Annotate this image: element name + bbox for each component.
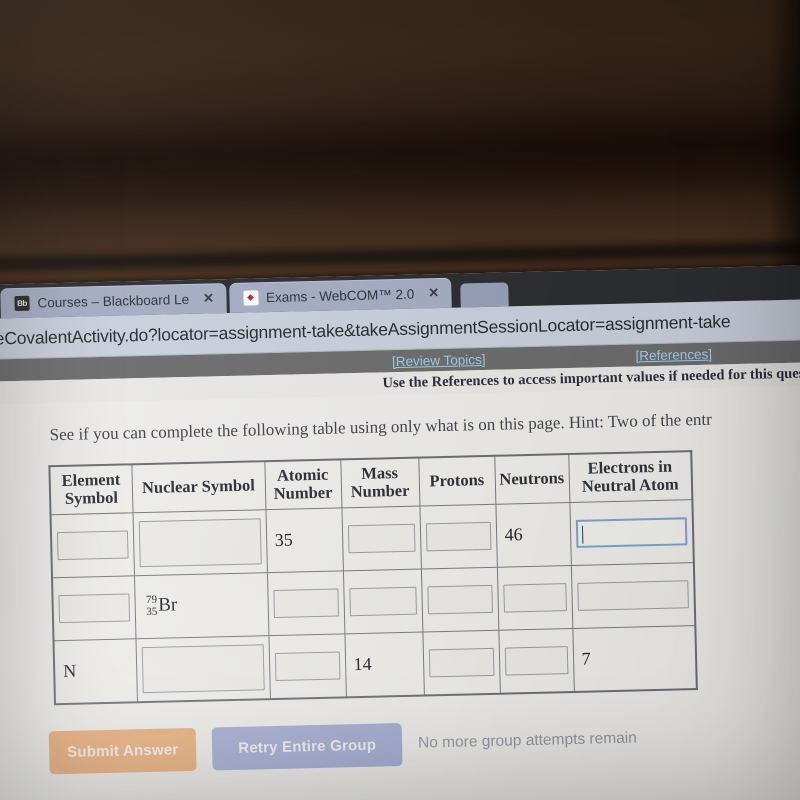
column-header-electrons: Electrons in Neutral Atom <box>568 451 693 503</box>
tab-courses-blackboard[interactable]: Bb Courses – Blackboard Le ✕ <box>0 283 227 319</box>
input-nuclear-symbol-row3[interactable] <box>141 644 265 694</box>
value-neutrons-row1: 46 <box>504 524 523 546</box>
page-content: [Review Topics] [References] Use the Ref… <box>0 339 800 800</box>
mass-number-superscript: 79 <box>145 594 158 607</box>
value-nuclear-symbol-row2: 79 35 Br <box>140 594 178 619</box>
chemistry-table-container: Element Symbol Nuclear Symbol Atomic Num… <box>0 426 800 707</box>
column-header-mass-number: Mass Number <box>340 457 420 508</box>
photo-of-laptop-screen: Bb Courses – Blackboard Le ✕ ◆ Exams - W… <box>0 0 800 800</box>
cell-electrons-row1 <box>569 499 694 566</box>
retry-entire-group-button[interactable]: Retry Entire Group <box>211 722 403 771</box>
value-atomic-number-row1: 35 <box>274 530 293 551</box>
cell-protons-row1 <box>419 504 497 569</box>
element-symbol-glyph: Br <box>157 594 178 617</box>
attempts-remaining-text: No more group attempts remain <box>417 729 638 753</box>
cell-electrons-row3: 7 <box>572 625 697 692</box>
input-electrons-row1[interactable] <box>575 517 688 548</box>
cell-mass-number-row3: 14 <box>344 631 424 698</box>
submit-answer-button[interactable]: Submit Answer <box>48 727 197 775</box>
input-mass-number-row2[interactable] <box>348 586 417 617</box>
review-topics-link[interactable]: [Review Topics] <box>392 351 486 368</box>
input-element-symbol-row2[interactable] <box>58 593 130 624</box>
references-link[interactable]: [References] <box>635 346 712 363</box>
cell-neutrons-row2 <box>496 565 573 631</box>
cell-neutrons-row3 <box>498 628 574 694</box>
browser-window: Bb Courses – Blackboard Le ✕ ◆ Exams - W… <box>0 264 800 800</box>
value-electrons-row3: 7 <box>581 649 591 670</box>
close-icon[interactable]: ✕ <box>201 290 216 306</box>
input-nuclear-symbol-row1[interactable] <box>138 518 262 568</box>
input-protons-row1[interactable] <box>425 521 491 552</box>
column-header-protons: Protons <box>418 455 496 507</box>
value-element-symbol-row3: N <box>62 661 77 682</box>
cell-protons-row2 <box>420 567 499 632</box>
input-element-symbol-row1[interactable] <box>56 530 129 561</box>
cell-mass-number-row1 <box>341 506 421 571</box>
new-tab-button[interactable] <box>459 282 509 308</box>
tab-exams-webcom[interactable]: ◆ Exams - WebCOM™ 2.0 ✕ <box>228 277 452 313</box>
input-mass-number-row1[interactable] <box>347 523 416 554</box>
cell-mass-number-row2 <box>342 568 423 634</box>
input-atomic-number-row2[interactable] <box>272 588 339 618</box>
column-header-atomic-number: Atomic Number <box>264 459 342 510</box>
column-header-neutrons: Neutrons <box>494 454 570 505</box>
blackboard-icon: Bb <box>14 295 30 311</box>
cell-electrons-row2 <box>570 562 696 629</box>
cell-atomic-number-row3 <box>268 633 346 700</box>
value-mass-number-row3: 14 <box>353 654 372 675</box>
cell-element-symbol-row2 <box>52 575 136 641</box>
cell-protons-row3 <box>422 630 500 696</box>
right-bezel-shade <box>768 0 800 272</box>
column-header-nuclear-symbol: Nuclear Symbol <box>131 461 266 513</box>
cell-atomic-number-row1: 35 <box>265 507 343 573</box>
atomic-number-subscript: 35 <box>146 605 158 619</box>
column-header-element-symbol: Element Symbol <box>49 464 133 515</box>
cell-nuclear-symbol-row3 <box>135 635 270 703</box>
cell-element-symbol-row3: N <box>53 638 137 705</box>
input-electrons-row2[interactable] <box>576 580 689 611</box>
input-protons-row3[interactable] <box>428 647 494 678</box>
bezel-shadow <box>0 102 800 218</box>
cell-neutrons-row1: 46 <box>495 502 571 568</box>
cell-nuclear-symbol-row2: 79 35 Br <box>134 572 269 639</box>
tab-title: Exams - WebCOM™ 2.0 <box>265 286 415 305</box>
cell-atomic-number-row2 <box>266 570 345 636</box>
cell-nuclear-symbol-row1 <box>132 509 267 576</box>
input-protons-row2[interactable] <box>426 584 493 615</box>
tab-title: Courses – Blackboard Le <box>37 291 190 311</box>
input-atomic-number-row3[interactable] <box>274 651 341 681</box>
close-icon[interactable]: ✕ <box>426 285 441 301</box>
webcom-icon: ◆ <box>242 289 259 306</box>
isotope-table: Element Symbol Nuclear Symbol Atomic Num… <box>48 450 698 706</box>
nuclide-numbers: 79 35 <box>145 594 158 619</box>
cell-element-symbol-row1 <box>50 512 135 578</box>
input-neutrons-row3[interactable] <box>504 646 568 676</box>
input-neutrons-row2[interactable] <box>502 583 567 613</box>
